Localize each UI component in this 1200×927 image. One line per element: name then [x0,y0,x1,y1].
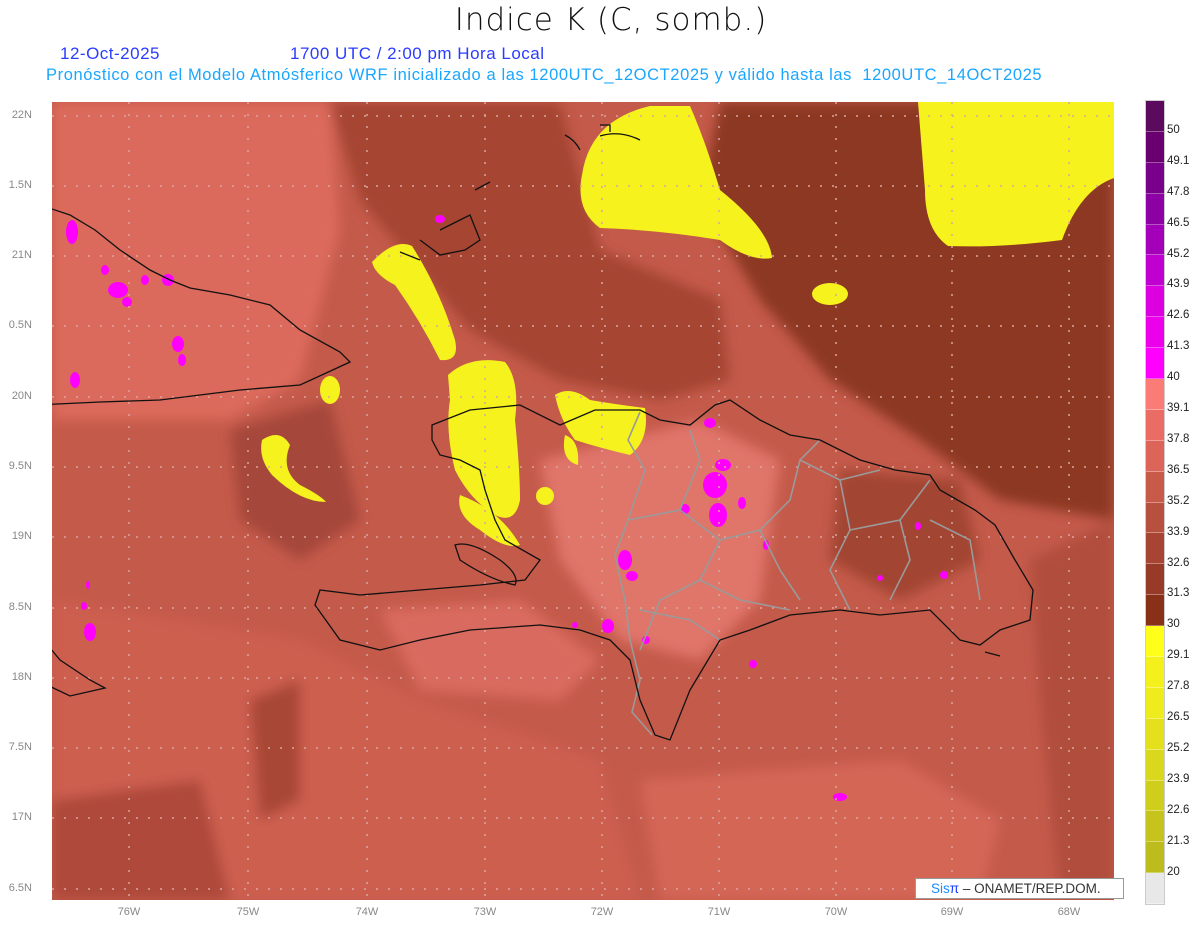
colorbar-swatch [1146,162,1164,194]
colorbar-swatch [1146,595,1164,627]
colorbar-swatch [1146,873,1164,905]
colorbar-swatch [1146,224,1164,256]
colorbar-label: 25.2 [1167,741,1190,754]
colorbar-label: 45.2 [1167,247,1190,260]
lon-label: 76W [117,906,141,918]
colorbar-label: 41.3 [1167,340,1190,353]
lon-label: 73W [473,906,497,918]
lon-label: 70W [824,906,848,918]
colorbar-swatch [1146,564,1164,596]
colorbar [1145,100,1165,906]
colorbar-label: 37.8 [1167,432,1190,445]
lat-label: 19N [11,530,32,542]
lat-label: 18N [11,671,32,683]
lat-label: 7.5N [8,741,32,753]
colorbar-swatch [1146,811,1164,843]
colorbar-swatch [1146,780,1164,812]
colorbar-swatch [1146,409,1164,441]
colorbar-swatch [1146,286,1164,318]
lon-label: 75W [236,906,260,918]
colorbar-label: 23.9 [1167,772,1190,785]
colorbar-label: 21.3 [1167,834,1190,847]
colorbar-label: 33.9 [1167,525,1190,538]
lat-label: 9.5N [8,460,32,472]
colorbar-swatch [1146,687,1164,719]
lat-label: 1.5N [8,179,32,191]
colorbar-label: 20 [1167,865,1180,878]
credit-text: – ONAMET/REP.DOM. [959,881,1101,896]
lat-label: 21N [11,249,32,261]
colorbar-label: 47.8 [1167,185,1190,198]
lat-label: 0.5N [8,319,32,331]
colorbar-swatch [1146,533,1164,565]
lon-label: 68W [1057,906,1081,918]
colorbar-label: 39.1 [1167,402,1190,414]
colorbar-label: 32.6 [1167,556,1190,569]
colorbar-label: 31.3 [1167,587,1190,600]
colorbar-label: 49.1 [1167,154,1190,167]
sispi-logo-text: Sis [931,881,950,896]
colorbar-label: 46.5 [1167,216,1190,229]
colorbar-label: 22.6 [1167,803,1190,816]
colorbar-label: 29.1 [1167,649,1190,662]
colorbar-swatch [1146,131,1164,163]
lon-label: 72W [590,906,614,918]
pi-symbol: π [949,881,960,896]
colorbar-swatch [1146,842,1164,874]
colorbar-label: 40 [1167,371,1180,384]
colorbar-swatch [1146,255,1164,287]
colorbar-swatch [1146,379,1164,410]
colorbar-label: 35.2 [1167,494,1190,507]
k-index-map [52,102,1114,900]
colorbar-label: 27.8 [1167,680,1190,693]
colorbar-swatch [1146,317,1164,349]
colorbar-label: 30 [1167,618,1180,631]
colorbar-swatch [1146,749,1164,781]
credit-box: Sisπ – ONAMET/REP.DOM. [915,878,1124,899]
colorbar-swatch [1146,440,1164,472]
lat-label: 6.5N [8,882,32,894]
lon-label: 71W [707,906,731,918]
lon-label: 74W [355,906,379,918]
colorbar-label: 42.6 [1167,309,1190,322]
colorbar-swatch [1146,471,1164,503]
colorbar-swatch [1146,657,1164,688]
colorbar-label: 26.5 [1167,711,1190,723]
colorbar-swatch [1146,626,1164,658]
lat-label: 20N [11,390,32,402]
lat-label: 17N [11,811,32,823]
lat-label: 22N [11,109,32,121]
colorbar-swatch [1146,718,1164,750]
colorbar-swatch [1146,193,1164,225]
colorbar-label: 50 [1167,123,1180,136]
lat-label: 8.5N [8,601,32,613]
colorbar-label: 36.5 [1167,463,1190,476]
colorbar-swatch [1146,101,1164,132]
colorbar-swatch [1146,502,1164,534]
colorbar-label: 43.9 [1167,278,1190,291]
colorbar-swatch [1146,348,1164,380]
lon-label: 69W [940,906,964,918]
